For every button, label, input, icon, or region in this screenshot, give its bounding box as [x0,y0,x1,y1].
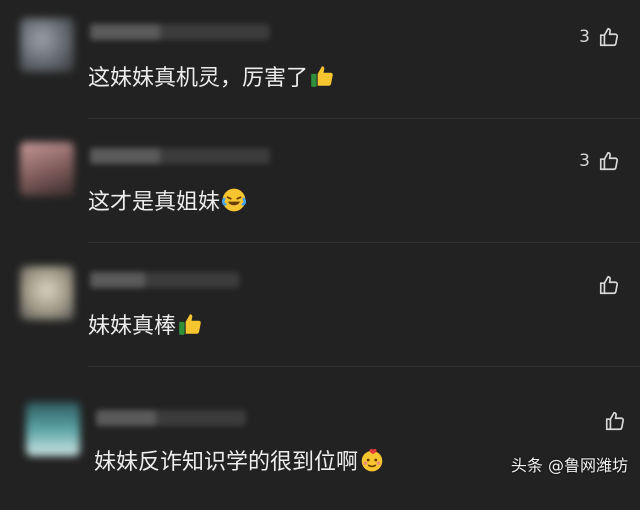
comment-text: 妹妹反诈知识学的很到位啊 [94,450,359,475]
like-count: 3 [579,27,590,47]
comment-text-row: 妹妹真棒 [88,308,203,340]
like-button[interactable]: 3 [579,150,620,172]
avatar[interactable] [20,18,74,72]
like-count: 3 [579,151,590,171]
divider [88,366,640,367]
comment-item: 3 这才是真姐妹 [0,124,640,246]
comment-text: 这才是真姐妹 [88,190,221,215]
thumbs-up-outline-icon [599,151,619,171]
avatar[interactable] [20,266,74,320]
blurred-username [96,410,246,426]
thumbs-up-outline-icon [599,275,619,295]
divider [88,118,640,119]
blurred-username [90,24,270,40]
like-button[interactable]: 3 [579,26,620,48]
comment-text-row: 这妹妹真机灵，厉害了 [88,60,335,92]
avatar[interactable] [26,402,80,456]
thumbs-up-icon [179,314,201,335]
avatar[interactable] [20,142,74,196]
thumbs-up-icon [311,66,333,87]
thumbs-up-outline-icon [605,411,625,431]
watermark: 头条 @鲁网潍坊 [510,456,628,475]
like-button[interactable] [596,410,626,432]
comment-text-row: 妹妹反诈知识学的很到位啊 [94,444,385,476]
blurred-username [90,148,270,164]
comment-item: 妹妹反诈知识学的很到位啊 [0,388,640,510]
admiring-face-icon [361,448,383,472]
comment-item: 3 这妹妹真机灵，厉害了 [0,0,640,122]
laughing-tears-icon [221,188,247,212]
comment-text: 妹妹真棒 [88,314,177,339]
blurred-username [90,272,240,288]
thumbs-up-outline-icon [599,27,619,47]
comment-text-row: 这才是真姐妹 [88,184,247,216]
divider [88,242,640,243]
comment-text: 这妹妹真机灵，厉害了 [88,66,309,91]
like-button[interactable] [590,274,620,296]
comment-item: 妹妹真棒 [0,248,640,370]
